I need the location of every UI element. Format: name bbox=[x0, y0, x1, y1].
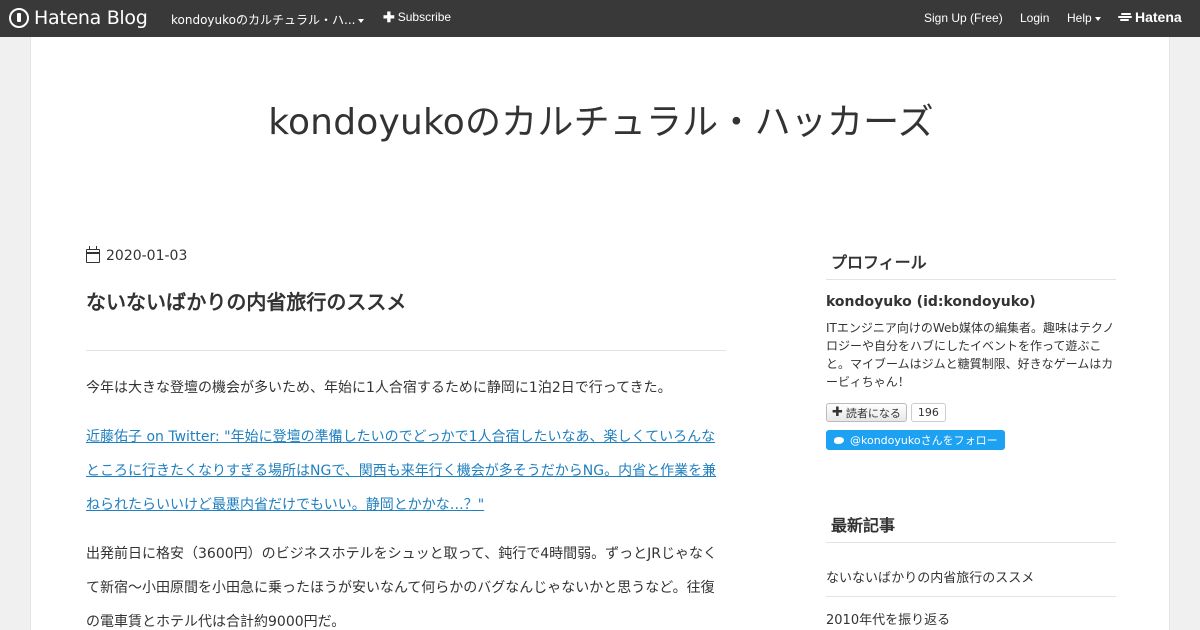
hatena-label: Hatena bbox=[1135, 9, 1182, 25]
entry-title[interactable]: ないないばかりの内省旅行のススメ bbox=[86, 286, 406, 315]
blog-menu-dropdown[interactable]: kondoyukoのカルチュラル・ハ... bbox=[171, 11, 365, 28]
recent-entries-heading: 最新記事 bbox=[826, 512, 1116, 543]
recent-divider bbox=[826, 596, 1116, 597]
page-container: kondoyukoのカルチュラル・ハッカーズ 2020-01-03 ないないばか… bbox=[30, 37, 1170, 630]
profile-name[interactable]: kondoyuko (id:kondoyuko) bbox=[826, 294, 1036, 310]
twitter-bird-icon bbox=[833, 435, 845, 445]
hatena-blog-logo[interactable]: Hatena Blog bbox=[9, 7, 148, 29]
entry-paragraph-3: 出発前日に格安（3600円）のビジネスホテルをシュッと取って、鈍行で4時間弱。ず… bbox=[86, 546, 717, 630]
subscribe-button[interactable]: ✚ Subscribe bbox=[383, 10, 451, 24]
chevron-down-icon bbox=[358, 18, 365, 23]
profile-description: ITエンジニア向けのWeb媒体の編集者。趣味はテクノロジーや自分をハブにしたイベ… bbox=[826, 321, 1115, 389]
blog-title[interactable]: kondoyukoのカルチュラル・ハッカーズ bbox=[31, 93, 1171, 145]
reader-count: 196 bbox=[910, 403, 946, 422]
subscribe-reader-button[interactable]: ✚ 読者になる bbox=[826, 403, 907, 422]
help-label: Help bbox=[1067, 11, 1092, 25]
reader-widget: ✚ 読者になる 196 bbox=[826, 403, 946, 422]
subscribe-label: Subscribe bbox=[397, 10, 452, 24]
entry-date[interactable]: 2020-01-03 bbox=[86, 246, 188, 264]
profile-heading: プロフィール bbox=[826, 249, 1116, 280]
plus-icon: ✚ bbox=[832, 405, 843, 420]
hatena-blog-logo-icon bbox=[9, 8, 29, 28]
hatena-link[interactable]: Hatena bbox=[1118, 9, 1182, 25]
recent-entry-link[interactable]: 2010年代を振り返る bbox=[826, 609, 1116, 628]
entry-divider bbox=[86, 350, 726, 351]
entry-paragraph-1: 今年は大きな登壇の機会が多いため、年始に1人合宿するために静岡に1泊2日で行って… bbox=[86, 380, 672, 396]
blog-menu-label: kondoyukoのカルチュラル・ハ... bbox=[171, 13, 356, 27]
logo-text: Hatena Blog bbox=[34, 7, 148, 29]
calendar-icon bbox=[86, 246, 100, 263]
help-dropdown[interactable]: Help bbox=[1067, 11, 1101, 25]
recent-entry-link[interactable]: ないないばかりの内省旅行のススメ bbox=[826, 567, 1116, 586]
chevron-down-icon bbox=[1094, 16, 1101, 21]
hatena-logo-icon bbox=[1118, 12, 1132, 22]
signup-link[interactable]: Sign Up (Free) bbox=[924, 11, 1003, 25]
tweet-link[interactable]: 近藤佑子 on Twitter: "年始に登壇の準備したいのでどっかで1人合宿し… bbox=[86, 429, 716, 513]
plus-icon: ✚ bbox=[383, 9, 395, 25]
entry-date-text: 2020-01-03 bbox=[106, 248, 188, 264]
entry-paragraph-2: 近藤佑子 on Twitter: "年始に登壇の準備したいのでどっかで1人合宿し… bbox=[86, 420, 726, 522]
twitter-follow-label: @kondoyukoさんをフォロー bbox=[850, 434, 998, 447]
login-link[interactable]: Login bbox=[1020, 11, 1049, 25]
reader-button-label: 読者になる bbox=[845, 406, 901, 420]
global-header: Hatena Blog kondoyukoのカルチュラル・ハ... ✚ Subs… bbox=[0, 0, 1200, 37]
twitter-follow-button[interactable]: @kondoyukoさんをフォロー bbox=[826, 430, 1005, 450]
